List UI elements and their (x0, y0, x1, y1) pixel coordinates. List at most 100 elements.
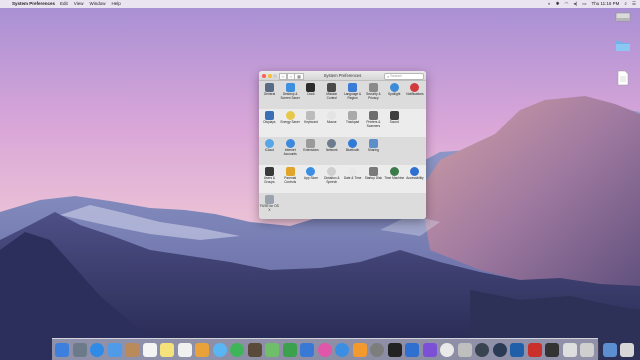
dock-steam-icon[interactable] (492, 342, 507, 357)
pref-pane-at[interactable]: Internet Accounts (280, 137, 301, 165)
dock-mail-icon[interactable] (107, 342, 122, 357)
pref-pane-trackpad[interactable]: Trackpad (342, 109, 363, 137)
desktop-icon-drive[interactable] (609, 11, 637, 24)
dock-console-icon[interactable] (545, 342, 559, 357)
pref-pane-label: Bluetooth (345, 148, 360, 152)
pref-pane-label: Displays (263, 120, 276, 124)
pref-pane-flag[interactable]: Language & Region (342, 81, 363, 109)
dock-ibooks-icon[interactable] (352, 342, 367, 357)
pref-pane-general[interactable]: General (259, 81, 280, 109)
pref-pane-notifications[interactable]: Notifications (405, 81, 426, 109)
dock-maps-icon[interactable] (265, 342, 279, 357)
pref-pane-mission-control[interactable]: Mission Control (321, 81, 342, 109)
dock-system-preferences-icon[interactable] (370, 342, 384, 357)
pref-pane-disk[interactable]: Startup Disk (363, 165, 384, 193)
dock-chrome-icon[interactable] (440, 342, 454, 357)
pref-pane-microphone[interactable]: Dictation & Speech (321, 165, 342, 193)
pref-pane-label: Users & Groups (263, 176, 276, 184)
dock-reminders-icon[interactable] (177, 342, 192, 357)
pref-pane-mouse[interactable]: Mouse (321, 109, 342, 137)
status-item-icon[interactable]: ◐ (548, 0, 551, 8)
menu-app-name[interactable]: System Preferences (12, 0, 55, 8)
menu-view[interactable]: View (74, 0, 84, 8)
pref-pane-users[interactable]: Users & Groups (259, 165, 280, 193)
dock-activity-monitor-icon[interactable] (562, 342, 577, 357)
pref-pane-sharing[interactable]: Sharing (363, 137, 384, 165)
menu-help[interactable]: Help (112, 0, 121, 8)
fuse-icon (264, 195, 274, 204)
dock-safari-icon[interactable] (90, 342, 104, 357)
pref-pane-desktop[interactable]: Desktop & Screen Saver (280, 81, 301, 109)
pref-pane-dock[interactable]: Dock (301, 81, 322, 109)
battery-icon[interactable]: ▭ (582, 0, 586, 8)
dock-facetime-icon[interactable] (230, 342, 244, 357)
status-item-icon[interactable]: ✱ (556, 0, 560, 8)
pref-pane-puzzle[interactable]: Extensions (301, 137, 322, 165)
pref-pane-label: Mission Control (326, 92, 338, 100)
dock-itunes-icon[interactable] (317, 342, 332, 357)
pref-pane-label: Sound (389, 120, 399, 124)
pref-pane-label: Energy Saver (280, 120, 300, 124)
dock-textwrangler-icon[interactable] (457, 342, 472, 357)
pref-pane-accessibility[interactable]: Accessibility (405, 165, 426, 193)
dock-photos-icon[interactable] (195, 342, 209, 357)
dock-downloads-icon[interactable] (602, 342, 617, 357)
pref-pane-keyboard[interactable]: Keyboard (301, 109, 322, 137)
appstore-icon (306, 167, 316, 176)
dock-contacts-icon[interactable] (125, 342, 139, 357)
dock-imovie-icon[interactable] (422, 342, 437, 357)
pref-pane-cloud[interactable]: iCloud (259, 137, 280, 165)
pref-pane-label: Sharing (367, 148, 379, 152)
users-icon (264, 167, 274, 176)
dock-filezilla-icon[interactable] (527, 342, 542, 357)
keyboard-icon (306, 111, 316, 120)
pref-pane-label: App Store (303, 176, 319, 180)
pref-pane-speaker[interactable]: Sound (384, 109, 405, 137)
desktop[interactable]: System Preferences Edit View Window Help… (0, 0, 640, 360)
notification-center-icon[interactable]: ☰ (632, 0, 636, 8)
sharing-icon (368, 139, 378, 148)
pref-pane-bulb[interactable]: Energy Saver (280, 109, 301, 137)
dock-keynote-icon[interactable] (300, 342, 314, 357)
wifi-icon[interactable]: ◠ (565, 0, 569, 8)
system-preferences-window: ‹ › ▦ System Preferences ⌕ Search Genera… (259, 71, 426, 219)
desktop-icon-document[interactable] (609, 70, 637, 87)
pref-row-1: General Desktop & Screen Saver Dock Mission… (259, 81, 426, 109)
pref-pane-display[interactable]: Displays (259, 109, 280, 137)
pref-pane-clock[interactable]: Date & Time (342, 165, 363, 193)
dock-separator (597, 341, 599, 358)
pref-pane-parental[interactable]: Parental Controls (280, 165, 301, 193)
dock-dashboard-icon[interactable] (475, 342, 489, 357)
volume-icon[interactable]: ◂) (573, 0, 577, 8)
menu-clock[interactable]: Thu 11:16 PM (591, 0, 619, 8)
menu-window[interactable]: Window (89, 0, 105, 8)
dock-app-store-icon[interactable] (335, 342, 349, 357)
pref-pane-house[interactable]: Security & Privacy (363, 81, 384, 109)
dock-terminal-icon[interactable] (387, 342, 402, 357)
dock-xcode-icon[interactable] (405, 342, 419, 357)
pref-pane-spotlight[interactable]: Spotlight (384, 81, 405, 109)
pref-pane-time-machine[interactable]: Time Machine (384, 165, 405, 193)
dock-window-thumb-icon[interactable] (580, 342, 594, 357)
pref-pane-bluetooth[interactable]: Bluetooth (342, 137, 363, 165)
desktop-icon-folder[interactable] (609, 39, 637, 53)
dock-finder-icon[interactable] (55, 342, 69, 357)
window-titlebar[interactable]: ‹ › ▦ System Preferences ⌕ Search (259, 71, 426, 81)
dock-numbers-icon[interactable] (282, 342, 297, 357)
pref-pane-fuse[interactable]: FUSE for OS X (259, 193, 280, 219)
dock-calendar-icon[interactable] (142, 342, 157, 357)
pref-pane-printer[interactable]: Printers & Scanners (363, 109, 384, 137)
disk-icon (368, 167, 378, 176)
dock-trash-icon[interactable] (620, 342, 634, 357)
menu-edit[interactable]: Edit (60, 0, 68, 8)
spotlight-icon[interactable]: ⌕ (624, 0, 627, 8)
pref-pane-globe[interactable]: Network (321, 137, 342, 165)
dock-launchpad-icon[interactable] (72, 342, 87, 357)
dock-virtualbox-icon[interactable] (510, 342, 524, 357)
dock-notes-icon[interactable] (160, 342, 174, 357)
pref-pane-appstore[interactable]: App Store (301, 165, 322, 193)
search-icon: ⌕ (387, 73, 390, 79)
dock-photo-booth-icon[interactable] (247, 342, 262, 357)
dock-messages-icon[interactable] (212, 342, 227, 357)
search-field[interactable]: ⌕ Search (384, 72, 424, 80)
